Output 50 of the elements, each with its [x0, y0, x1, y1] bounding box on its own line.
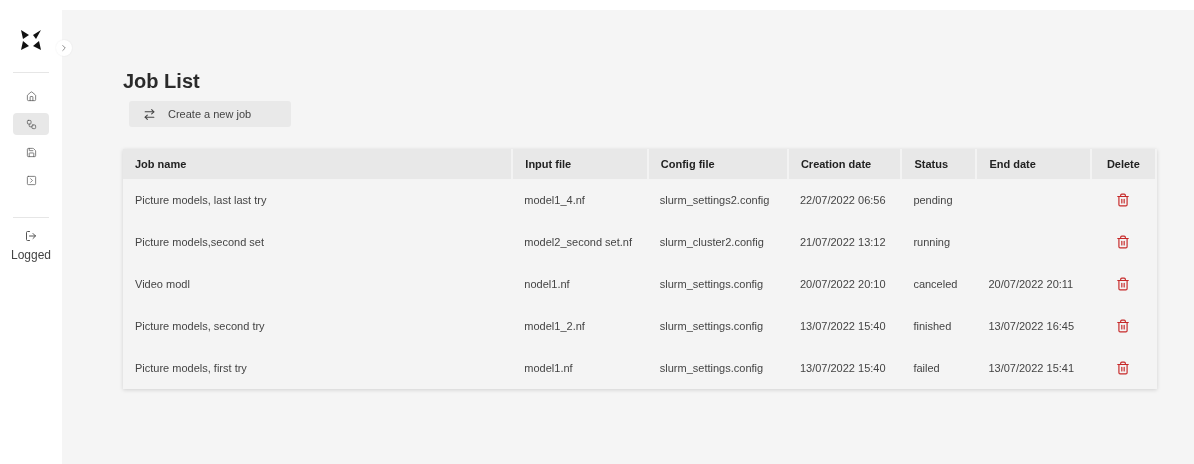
create-job-button[interactable]: Create a new job — [129, 101, 291, 127]
table-cell: Picture models, last last try — [123, 179, 513, 221]
table-cell-text: 21/07/2022 13:12 — [798, 235, 887, 250]
table-cell: slurm_settings.config — [647, 347, 788, 389]
table-cell-text: slurm_settings.config — [658, 277, 765, 292]
column-header: Config file — [647, 149, 788, 179]
page-title: Job List — [123, 70, 201, 93]
table-cell-text: 20/07/2022 20:10 — [798, 277, 887, 292]
column-header: Status — [901, 149, 977, 179]
table-cell-text: running — [912, 235, 952, 250]
table-cell-text: model2_second set.nf — [523, 235, 633, 250]
home-icon — [25, 90, 37, 102]
table-cell: slurm_settings2.config — [647, 179, 788, 221]
table-cell: failed — [901, 347, 977, 389]
table-cell-text: slurm_settings.config — [658, 319, 765, 334]
table-cell: model1.nf — [512, 347, 648, 389]
column-header: Input file — [512, 149, 648, 179]
table-cell: Picture models, second try — [123, 305, 513, 347]
column-header: Creation date — [787, 149, 902, 179]
delete-button[interactable] — [1116, 361, 1131, 375]
delete-button[interactable] — [1116, 319, 1131, 333]
column-header: Job name — [123, 149, 513, 179]
table-cell: 13/07/2022 15:41 — [976, 347, 1091, 389]
save-icon — [25, 146, 37, 158]
table-cell: 22/07/2022 06:56 — [787, 179, 902, 221]
arrows-icon — [143, 107, 156, 121]
table-cell-text: finished — [912, 319, 953, 334]
table-cell-text: 20/07/2022 20:11 — [987, 277, 1075, 292]
terminal-icon — [25, 174, 37, 186]
table-cell-text: nodel1.nf — [523, 277, 571, 292]
logout-icon[interactable] — [25, 230, 37, 242]
table-cell: 13/07/2022 15:40 — [787, 347, 902, 389]
column-header: Delete — [1090, 149, 1156, 179]
table-cell-text: slurm_cluster2.config — [658, 235, 765, 250]
table-cell-text: canceled — [912, 277, 959, 292]
column-header: End date — [976, 149, 1091, 179]
table-cell-text: 13/07/2022 15:40 — [798, 319, 887, 334]
table-cell: Video modl — [123, 263, 513, 305]
table-cell: pending — [901, 179, 977, 221]
table-cell-text: 13/07/2022 16:45 — [987, 319, 1076, 334]
table-cell: Picture models,second set — [123, 221, 513, 263]
delete-button[interactable] — [1116, 193, 1131, 207]
table-cell: model1_4.nf — [512, 179, 648, 221]
logo-icon — [19, 28, 43, 52]
chevron-icon — [59, 43, 69, 53]
delete-button[interactable] — [1116, 235, 1131, 249]
logged-label: Logged — [10, 248, 51, 262]
table-cell-text: model1_2.nf — [523, 319, 586, 334]
delete-button[interactable] — [1116, 277, 1131, 291]
table-cell: Picture models, first try — [123, 347, 513, 389]
